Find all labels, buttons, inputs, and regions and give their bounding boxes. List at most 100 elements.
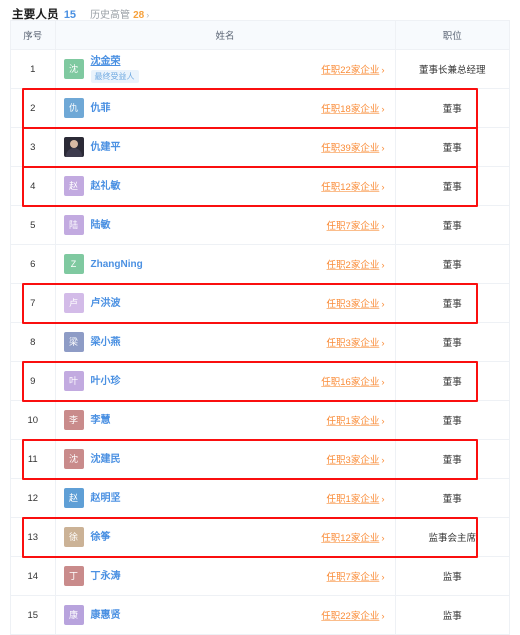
beneficiary-badge: 最终受益人 — [90, 70, 139, 83]
cell-index: 13 — [11, 517, 56, 557]
cell-name: 沈沈建民 任职3家企业 › — [55, 439, 396, 479]
persons-table: 序号 姓名 职位 1 沈沈金荣 最终受益人 任职22家企业 › 董事长兼总经理 2 仇仇菲 任职… — [11, 21, 509, 635]
avatar[interactable]: Z — [63, 254, 84, 274]
cell-position: 董事 — [395, 400, 509, 440]
chevron-right-icon: › — [381, 416, 385, 427]
table-row[interactable]: 10 李李慧 任职1家企业 › 董事 — [11, 400, 509, 440]
job-count-link[interactable]: 任职3家企业 › — [327, 296, 385, 310]
avatar[interactable]: 李 — [63, 410, 84, 430]
chevron-right-icon: › — [381, 299, 385, 310]
table-row[interactable]: 15 康康惠贤 任职22家企业 › 监事 — [11, 595, 509, 635]
job-count-link[interactable]: 任职2家企业 › — [327, 257, 385, 271]
chevron-right-icon: › — [146, 10, 150, 20]
table-row[interactable]: 14 丁丁永涛 任职7家企业 › 监事 — [11, 556, 509, 596]
job-count-label: 任职1家企业 — [326, 494, 380, 505]
person-name-link[interactable]: 梁小燕 — [91, 336, 121, 349]
main-person-count: 15 — [63, 9, 77, 21]
job-count-label: 任职12家企业 — [321, 182, 380, 193]
job-count-link[interactable]: 任职12家企业 › — [321, 530, 384, 544]
job-count-link[interactable]: 任职22家企业 › — [321, 62, 384, 76]
job-count-link[interactable]: 任职39家企业 › — [321, 140, 384, 154]
job-count-label: 任职39家企业 — [321, 143, 380, 154]
table-row[interactable]: 2 仇仇菲 任职18家企业 › 董事 — [11, 88, 509, 128]
avatar[interactable]: 丁 — [63, 566, 84, 586]
person-name-link[interactable]: 康惠贤 — [91, 609, 121, 622]
avatar[interactable]: 沈 — [63, 59, 84, 79]
cell-name: 康康惠贤 任职22家企业 › — [55, 595, 396, 635]
job-count-label: 任职16家企业 — [321, 377, 380, 388]
table-row[interactable]: 3 仇建平 任职39家企业 › 董事 — [11, 127, 509, 167]
person-name-link[interactable]: 陆敏 — [91, 219, 111, 232]
name-cell-layout: 徐徐筝 任职12家企业 › — [63, 527, 385, 547]
person-name-link[interactable]: 卢洪波 — [91, 297, 121, 310]
avatar[interactable]: 赵 — [63, 488, 84, 508]
person-name-link[interactable]: 仇菲 — [91, 102, 111, 115]
avatar[interactable]: 梁 — [63, 332, 84, 352]
job-count-label: 任职7家企业 — [326, 572, 380, 583]
table-row[interactable]: 12 赵赵明坚 任职1家企业 › 董事 — [11, 478, 509, 518]
job-count-link[interactable]: 任职1家企业 › — [327, 413, 385, 427]
person-name-link[interactable]: 沈金荣 — [91, 55, 139, 68]
job-count-link[interactable]: 任职22家企业 › — [321, 608, 384, 622]
name-left-group: 赵赵礼敏 — [63, 176, 121, 196]
job-count-link[interactable]: 任职7家企业 › — [327, 218, 385, 232]
person-name-link[interactable]: ZhangNing — [91, 258, 143, 271]
job-count-link[interactable]: 任职16家企业 › — [321, 374, 384, 388]
name-left-group: 仇仇菲 — [63, 98, 111, 118]
table-row[interactable]: 1 沈沈金荣 最终受益人 任职22家企业 › 董事长兼总经理 — [11, 49, 509, 89]
table-row[interactable]: 7 卢卢洪波 任职3家企业 › 董事 — [11, 283, 509, 323]
cell-name: 赵赵明坚 任职1家企业 › — [55, 478, 396, 518]
avatar[interactable]: 仇 — [63, 98, 84, 118]
job-count-link[interactable]: 任职3家企业 › — [327, 452, 385, 466]
person-name-link[interactable]: 叶小珍 — [91, 375, 121, 388]
name-text-group: ZhangNing — [91, 258, 143, 271]
job-count-label: 任职1家企业 — [326, 416, 380, 427]
avatar[interactable]: 陆 — [63, 215, 84, 235]
name-text-group: 卢洪波 — [91, 297, 121, 310]
job-count-link[interactable]: 任职12家企业 › — [321, 179, 384, 193]
person-name-link[interactable]: 徐筝 — [91, 531, 111, 544]
job-count-link[interactable]: 任职1家企业 › — [327, 491, 385, 505]
person-name-link[interactable]: 赵明坚 — [91, 492, 121, 505]
cell-name: 卢卢洪波 任职3家企业 › — [55, 283, 396, 323]
column-header-name: 姓名 — [55, 21, 396, 50]
job-count-link[interactable]: 任职18家企业 › — [321, 101, 384, 115]
avatar[interactable]: 康 — [63, 605, 84, 625]
cell-position: 监事会主席 — [395, 517, 509, 557]
table-row[interactable]: 11 沈沈建民 任职3家企业 › 董事 — [11, 439, 509, 479]
cell-index: 15 — [11, 595, 56, 635]
person-name-link[interactable]: 沈建民 — [91, 453, 121, 466]
name-left-group: 陆陆敏 — [63, 215, 111, 235]
table-row[interactable]: 5 陆陆敏 任职7家企业 › 董事 — [11, 205, 509, 245]
name-left-group: 徐徐筝 — [63, 527, 111, 547]
name-text-group: 陆敏 — [91, 219, 111, 232]
name-cell-layout: 梁梁小燕 任职3家企业 › — [63, 332, 385, 352]
name-left-group: 沈沈金荣最终受益人 — [63, 55, 139, 83]
avatar[interactable]: 叶 — [63, 371, 84, 391]
cell-name: 丁丁永涛 任职7家企业 › — [55, 556, 396, 596]
job-count-link[interactable]: 任职7家企业 › — [327, 569, 385, 583]
avatar-photo[interactable] — [63, 137, 84, 157]
avatar[interactable]: 沈 — [63, 449, 84, 469]
person-name-link[interactable]: 仇建平 — [91, 141, 121, 154]
avatar[interactable]: 卢 — [63, 293, 84, 313]
name-cell-layout: 仇仇菲 任职18家企业 › — [63, 98, 385, 118]
avatar[interactable]: 赵 — [63, 176, 84, 196]
person-name-link[interactable]: 李慧 — [91, 414, 111, 427]
table-row[interactable]: 8 梁梁小燕 任职3家企业 › 董事 — [11, 322, 509, 362]
job-count-link[interactable]: 任职3家企业 › — [327, 335, 385, 349]
table-row[interactable]: 9 叶叶小珍 任职16家企业 › 董事 — [11, 361, 509, 401]
history-executives-link[interactable]: 历史高管 28 › — [90, 6, 149, 21]
cell-name: 沈沈金荣最终受益人 任职22家企业 › — [55, 49, 396, 89]
cell-index: 2 — [11, 88, 56, 128]
table-row[interactable]: 6 Z ZhangNing 任职2家企业 › 董事 — [11, 244, 509, 284]
name-cell-layout: 沈沈建民 任职3家企业 › — [63, 449, 385, 469]
table-row[interactable]: 13 徐徐筝 任职12家企业 › 监事会主席 — [11, 517, 509, 557]
history-executives-label: 历史高管 — [90, 10, 131, 21]
avatar[interactable]: 徐 — [63, 527, 84, 547]
cell-name: 仇建平 任职39家企业 › — [55, 127, 396, 167]
person-name-link[interactable]: 赵礼敏 — [91, 180, 121, 193]
person-name-link[interactable]: 丁永涛 — [91, 570, 121, 583]
name-left-group: 赵赵明坚 — [63, 488, 121, 508]
table-row[interactable]: 4 赵赵礼敏 任职12家企业 › 董事 — [11, 166, 509, 206]
